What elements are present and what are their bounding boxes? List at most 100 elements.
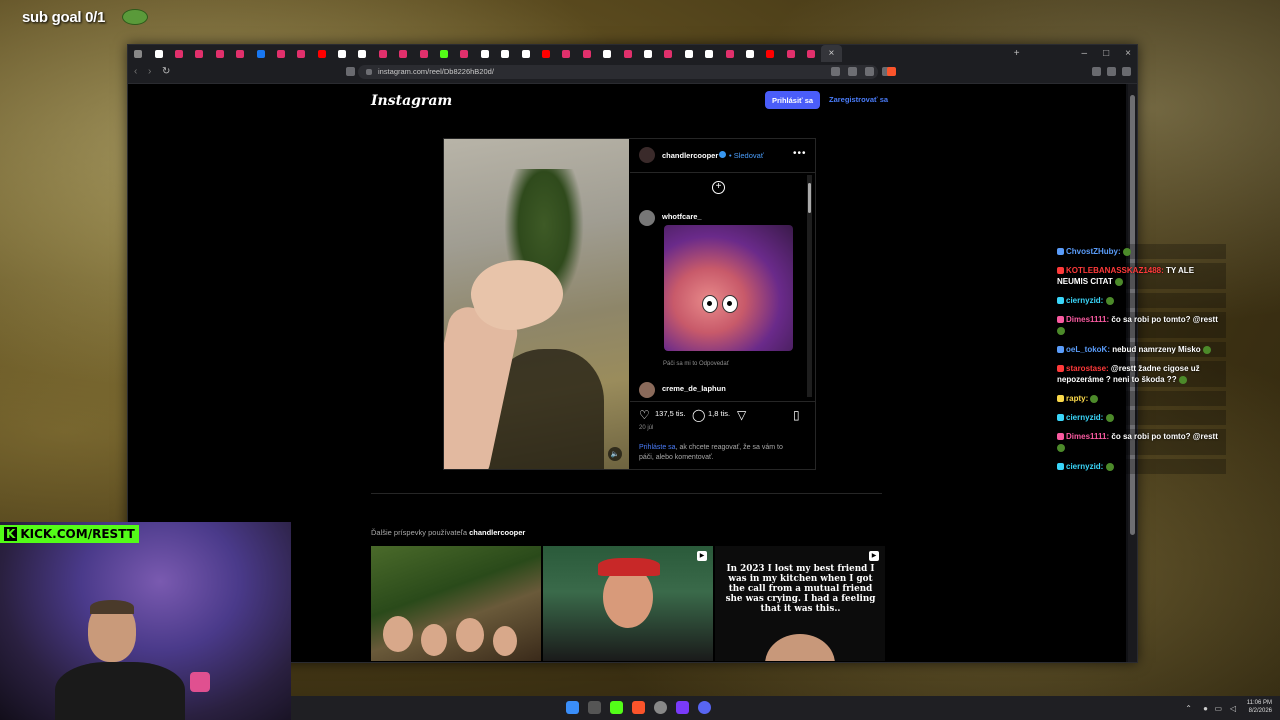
brave-shield-icon[interactable] (887, 67, 896, 76)
browser-tab[interactable] (230, 45, 250, 62)
share-post-icon[interactable]: ▽ (737, 409, 746, 421)
browser-tab[interactable] (638, 45, 658, 62)
comments-scroll-thumb[interactable] (808, 183, 811, 213)
browser-tab[interactable] (291, 45, 311, 62)
author-name[interactable]: chandlercooper (662, 151, 718, 160)
chat-overlay: ChvostZHuby: KOTLEBANASSKAZ1488: TY ALE … (1054, 244, 1226, 478)
browser-tab[interactable] (740, 45, 760, 62)
app-icon[interactable] (676, 701, 689, 714)
post-thumbnail-2[interactable]: ▶ (543, 546, 713, 661)
browser-tab[interactable] (801, 45, 821, 62)
extensions-icon[interactable] (1092, 67, 1101, 76)
browser-tab[interactable] (312, 45, 332, 62)
browser-tab[interactable] (597, 45, 617, 62)
browser-tab[interactable] (719, 45, 739, 62)
browser-tab[interactable] (352, 45, 372, 62)
pepe-emote-icon (122, 9, 148, 25)
browser-tab[interactable] (210, 45, 230, 62)
browser-tab[interactable] (332, 45, 352, 62)
tab-favicon-icon (786, 49, 795, 58)
browser-tab[interactable] (413, 45, 433, 62)
browser-tab[interactable] (128, 45, 148, 62)
browser-tab[interactable] (393, 45, 413, 62)
register-link[interactable]: Zaregistrovať sa (829, 95, 888, 104)
menu-icon[interactable] (1122, 67, 1131, 76)
browser-tab[interactable] (556, 45, 576, 62)
mute-icon[interactable]: 🔈 (608, 447, 622, 461)
tray-chevron-icon[interactable]: ⌃ (1185, 704, 1192, 713)
author-avatar[interactable] (639, 147, 655, 163)
comment-sticker-image (664, 225, 793, 351)
more-options-icon[interactable]: ••• (793, 148, 807, 159)
browser-tab[interactable] (148, 45, 168, 62)
bookmark-icon[interactable] (346, 67, 355, 76)
browser-tab[interactable] (536, 45, 556, 62)
browser-tab[interactable] (577, 45, 597, 62)
login-button[interactable]: Prihlásiť sa (765, 91, 820, 109)
commenter-avatar[interactable] (639, 210, 655, 226)
close-tab-icon[interactable]: × (829, 48, 835, 59)
network-icon[interactable]: ▭ (1214, 704, 1222, 713)
browser-tab[interactable] (373, 45, 393, 62)
chat-username: ciernyzid: (1066, 296, 1104, 305)
browser-tab[interactable] (781, 45, 801, 62)
discord-icon[interactable] (698, 701, 711, 714)
back-icon[interactable]: ‹ (134, 66, 137, 77)
translate-icon[interactable] (831, 67, 840, 76)
more-posts-user[interactable]: chandlercooper (469, 528, 525, 537)
browser-tab[interactable] (515, 45, 535, 62)
tab-favicon-icon (460, 49, 469, 58)
comment-meta[interactable]: Páči sa mi to Odpovedať (663, 361, 729, 367)
mic-icon[interactable]: ● (1203, 704, 1208, 713)
start-icon[interactable] (566, 701, 579, 714)
terminal-icon[interactable] (588, 701, 601, 714)
clock[interactable]: 11:06 PM 8/2/2026 (1247, 699, 1272, 715)
add-icon[interactable]: + (712, 181, 725, 194)
instagram-logo[interactable]: Instagram (371, 93, 452, 109)
post-thumbnail-1[interactable] (371, 546, 541, 661)
active-tab[interactable]: × (821, 45, 842, 62)
tab-favicon-icon (399, 49, 408, 58)
chat-text: čo sa robi po tomto? @restt (1109, 315, 1218, 324)
brave-app-icon[interactable] (632, 701, 645, 714)
volume-icon[interactable]: ◁ (1230, 704, 1236, 713)
browser-tab[interactable] (189, 45, 209, 62)
post-thumbnail-3[interactable]: In 2023 I lost my best friend I was in m… (715, 546, 885, 661)
follow-link[interactable]: • Sledovať (729, 151, 764, 160)
comment-user[interactable]: whotfcare_ (662, 212, 702, 221)
browser-tab[interactable] (475, 45, 495, 62)
verified-icon (719, 151, 726, 158)
forward-icon[interactable]: › (148, 66, 151, 77)
commenter-avatar-2[interactable] (639, 382, 655, 398)
obs-icon[interactable] (654, 701, 667, 714)
zoom-icon[interactable] (848, 67, 857, 76)
reel-video[interactable]: 🔈 (444, 139, 629, 469)
minimize-button[interactable]: – (1082, 48, 1088, 59)
browser-tab[interactable] (699, 45, 719, 62)
browser-tab[interactable] (495, 45, 515, 62)
login-note-link[interactable]: Prihláste sa (639, 444, 676, 451)
save-icon[interactable]: ▯ (793, 409, 800, 421)
browser-tab[interactable] (617, 45, 637, 62)
browser-tab[interactable] (679, 45, 699, 62)
browser-tab[interactable] (658, 45, 678, 62)
browser-tab[interactable] (454, 45, 474, 62)
browser-tab[interactable] (434, 45, 454, 62)
chat-badge-icon (1057, 316, 1064, 324)
like-icon[interactable]: ♡ (639, 409, 650, 421)
browser-tab[interactable] (760, 45, 780, 62)
maximize-button[interactable]: □ (1103, 48, 1109, 59)
reload-icon[interactable]: ↻ (162, 66, 170, 77)
browser-tab[interactable] (250, 45, 270, 62)
comment-icon[interactable]: ◯ (692, 409, 705, 421)
browser-tab[interactable] (271, 45, 291, 62)
browser-tab[interactable] (169, 45, 189, 62)
close-window-button[interactable]: × (1125, 48, 1131, 59)
comment-user-2[interactable]: creme_de_laphun (662, 384, 726, 393)
chat-badge-icon (1057, 365, 1064, 373)
site-info-icon[interactable] (366, 69, 372, 75)
new-tab-button[interactable]: + (1014, 48, 1020, 59)
kick-app-icon[interactable] (610, 701, 623, 714)
media-icon[interactable] (1107, 67, 1116, 76)
cast-icon[interactable] (865, 67, 874, 76)
